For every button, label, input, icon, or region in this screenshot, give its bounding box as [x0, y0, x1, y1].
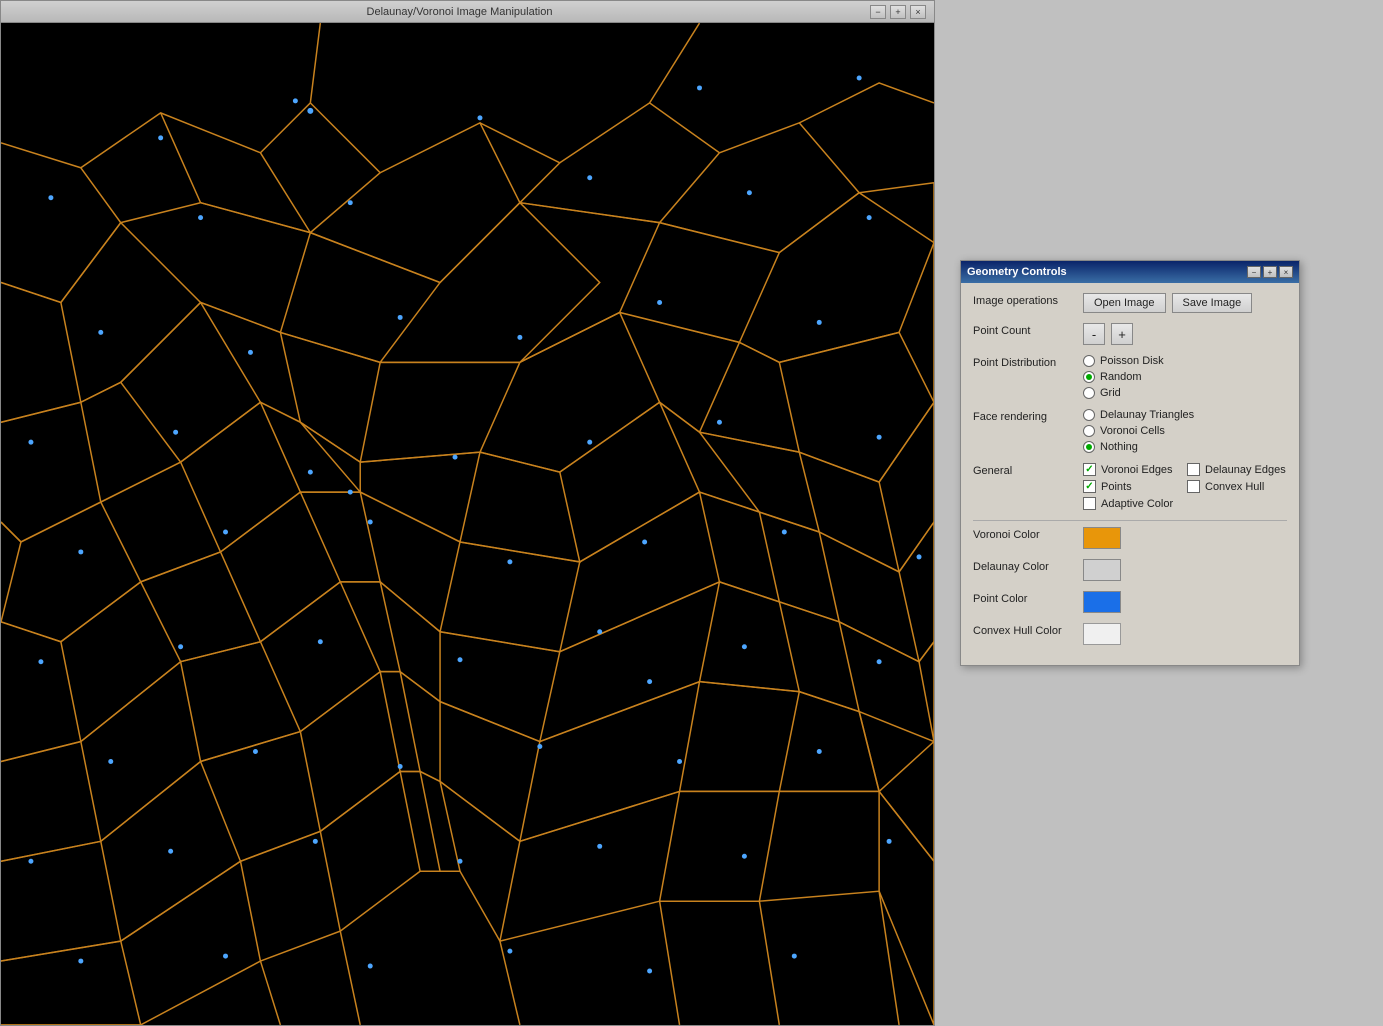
- canvas-area[interactable]: [1, 23, 934, 1025]
- general-content: Voronoi Edges Delaunay Edges Points: [1083, 463, 1287, 510]
- voronoi-color-swatch[interactable]: [1083, 527, 1121, 549]
- main-window-title: Delaunay/Voronoi Image Manipulation: [49, 6, 870, 18]
- point-color-row: Point Color: [973, 591, 1287, 613]
- point-distribution-row: Point Distribution Poisson Disk Random: [973, 355, 1287, 399]
- distribution-grid-radio[interactable]: [1083, 387, 1095, 399]
- main-window: Delaunay/Voronoi Image Manipulation − + …: [0, 0, 935, 1026]
- voronoi-svg: [1, 23, 934, 1025]
- point-count-row: Point Count - +: [973, 323, 1287, 345]
- distribution-poisson-option[interactable]: Poisson Disk: [1083, 355, 1287, 367]
- convex-hull-color-label: Convex Hull Color: [973, 623, 1083, 637]
- controls-close-button[interactable]: ×: [1279, 266, 1293, 278]
- image-buttons-row: Open Image Save Image: [1083, 293, 1287, 313]
- voronoi-edges-checkbox[interactable]: [1083, 463, 1096, 476]
- points-checkbox-item[interactable]: Points: [1083, 480, 1183, 493]
- points-checkbox[interactable]: [1083, 480, 1096, 493]
- voronoi-color-label: Voronoi Color: [973, 527, 1083, 541]
- point-count-buttons: - +: [1083, 323, 1287, 345]
- main-titlebar-buttons: − + ×: [870, 5, 926, 19]
- face-rendering-delaunay-radio[interactable]: [1083, 409, 1095, 421]
- main-maximize-button[interactable]: +: [890, 5, 906, 19]
- convex-hull-checkbox[interactable]: [1187, 480, 1200, 493]
- adaptive-color-checkbox-item[interactable]: Adaptive Color: [1083, 497, 1183, 510]
- face-rendering-voronoi-label: Voronoi Cells: [1100, 425, 1165, 437]
- delaunay-edges-checkbox-item[interactable]: Delaunay Edges: [1187, 463, 1287, 476]
- controls-titlebar-buttons: − + ×: [1247, 266, 1293, 278]
- main-minimize-button[interactable]: −: [870, 5, 886, 19]
- separator-1: [973, 520, 1287, 521]
- delaunay-color-content: [1083, 559, 1287, 581]
- face-rendering-delaunay-option[interactable]: Delaunay Triangles: [1083, 409, 1287, 421]
- point-color-content: [1083, 591, 1287, 613]
- image-operations-row: Image operations Open Image Save Image: [973, 293, 1287, 313]
- distribution-grid-option[interactable]: Grid: [1083, 387, 1287, 399]
- distribution-grid-label: Grid: [1100, 387, 1121, 399]
- point-color-swatch[interactable]: [1083, 591, 1121, 613]
- point-count-decrease-button[interactable]: -: [1083, 323, 1105, 345]
- controls-panel: Geometry Controls − + × Image operations…: [960, 260, 1300, 666]
- distribution-random-option[interactable]: Random: [1083, 371, 1287, 383]
- delaunay-edges-checkbox[interactable]: [1187, 463, 1200, 476]
- distribution-poisson-radio[interactable]: [1083, 355, 1095, 367]
- convex-hull-checkbox-item[interactable]: Convex Hull: [1187, 480, 1287, 493]
- convex-hull-color-swatch[interactable]: [1083, 623, 1121, 645]
- controls-titlebar: Geometry Controls − + ×: [961, 261, 1299, 283]
- face-rendering-label: Face rendering: [973, 409, 1083, 423]
- point-color-label: Point Color: [973, 591, 1083, 605]
- image-operations-label: Image operations: [973, 293, 1083, 307]
- distribution-poisson-label: Poisson Disk: [1100, 355, 1164, 367]
- point-count-increase-button[interactable]: +: [1111, 323, 1133, 345]
- delaunay-color-label: Delaunay Color: [973, 559, 1083, 573]
- general-checkboxes: Voronoi Edges Delaunay Edges Points: [1083, 463, 1287, 510]
- adaptive-color-label: Adaptive Color: [1101, 498, 1173, 510]
- general-row: General Voronoi Edges Delaunay Edges: [973, 463, 1287, 510]
- controls-minimize-button[interactable]: −: [1247, 266, 1261, 278]
- delaunay-color-swatch[interactable]: [1083, 559, 1121, 581]
- controls-maximize-button[interactable]: +: [1263, 266, 1277, 278]
- controls-title: Geometry Controls: [967, 266, 1067, 278]
- voronoi-edges-label: Voronoi Edges: [1101, 464, 1173, 476]
- save-image-button[interactable]: Save Image: [1172, 293, 1253, 313]
- convex-hull-color-content: [1083, 623, 1287, 645]
- face-rendering-voronoi-radio[interactable]: [1083, 425, 1095, 437]
- face-rendering-nothing-option[interactable]: Nothing: [1083, 441, 1287, 453]
- face-rendering-row: Face rendering Delaunay Triangles Vorono…: [973, 409, 1287, 453]
- point-count-label: Point Count: [973, 323, 1083, 337]
- face-rendering-nothing-label: Nothing: [1100, 441, 1138, 453]
- point-distribution-label: Point Distribution: [973, 355, 1083, 369]
- main-titlebar: Delaunay/Voronoi Image Manipulation − + …: [1, 1, 934, 23]
- face-rendering-nothing-selected: [1086, 444, 1092, 450]
- delaunay-edges-label: Delaunay Edges: [1205, 464, 1286, 476]
- image-operations-content: Open Image Save Image: [1083, 293, 1287, 313]
- voronoi-color-content: [1083, 527, 1287, 549]
- open-image-button[interactable]: Open Image: [1083, 293, 1166, 313]
- distribution-random-label: Random: [1100, 371, 1142, 383]
- distribution-random-selected: [1086, 374, 1092, 380]
- voronoi-edges-checkbox-item[interactable]: Voronoi Edges: [1083, 463, 1183, 476]
- point-count-content: - +: [1083, 323, 1287, 345]
- face-rendering-delaunay-label: Delaunay Triangles: [1100, 409, 1194, 421]
- convex-hull-label: Convex Hull: [1205, 481, 1264, 493]
- delaunay-color-row: Delaunay Color: [973, 559, 1287, 581]
- distribution-options: Poisson Disk Random Grid: [1083, 355, 1287, 399]
- main-close-button[interactable]: ×: [910, 5, 926, 19]
- general-label: General: [973, 463, 1083, 477]
- face-rendering-voronoi-option[interactable]: Voronoi Cells: [1083, 425, 1287, 437]
- face-rendering-nothing-radio[interactable]: [1083, 441, 1095, 453]
- points-label: Points: [1101, 481, 1132, 493]
- face-rendering-options: Delaunay Triangles Voronoi Cells Nothing: [1083, 409, 1287, 453]
- adaptive-color-checkbox[interactable]: [1083, 497, 1096, 510]
- distribution-random-radio[interactable]: [1083, 371, 1095, 383]
- controls-body: Image operations Open Image Save Image P…: [961, 283, 1299, 665]
- voronoi-color-row: Voronoi Color: [973, 527, 1287, 549]
- convex-hull-color-row: Convex Hull Color: [973, 623, 1287, 645]
